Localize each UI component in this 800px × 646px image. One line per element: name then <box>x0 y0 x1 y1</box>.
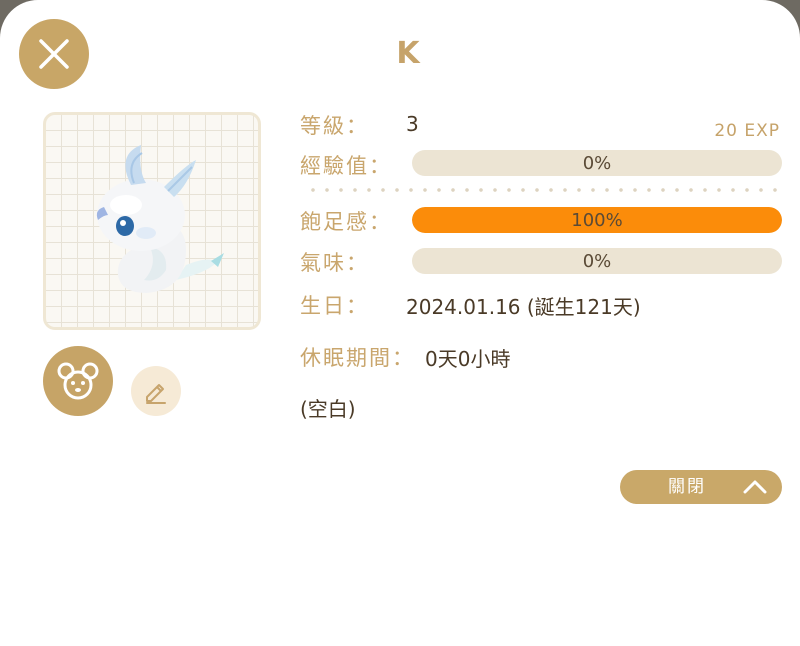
exp-bar-text: 0% <box>582 152 612 174</box>
odor-bar: 0% <box>412 248 782 274</box>
mouse-icon <box>57 362 99 400</box>
close-button[interactable] <box>19 19 89 89</box>
level-label: 等級： <box>300 114 369 138</box>
birthday-label: 生日： <box>300 294 369 318</box>
divider-dots <box>306 188 782 192</box>
mouse-avatar-button[interactable] <box>43 346 113 416</box>
edit-button[interactable] <box>131 366 181 416</box>
satiety-bar: 100% <box>412 207 782 233</box>
exp-bar: 0% <box>412 150 782 176</box>
pet-name-title: K <box>396 36 420 71</box>
sleep-label: 休眠期間： <box>300 346 415 370</box>
pencil-icon <box>146 384 166 404</box>
odor-bar-text: 0% <box>582 250 612 272</box>
dragon-pet-image <box>96 145 224 293</box>
birthday-value: 2024.01.16 (誕生121天) <box>406 295 641 319</box>
pet-portrait-frame <box>43 112 261 330</box>
odor-label: 氣味： <box>300 251 369 275</box>
chevron-up-icon <box>743 480 767 494</box>
note-text: (空白) <box>300 397 356 421</box>
pet-status-panel: K 等級： 3 20 EXP 經驗值： 0% 飽足感： 100% 氣味： 0% … <box>0 0 800 646</box>
exp-total: 20 EXP <box>714 121 780 141</box>
level-value: 3 <box>406 112 419 136</box>
sleep-value: 0天0小時 <box>425 347 511 371</box>
close-icon <box>39 39 69 69</box>
exp-label: 經驗值： <box>300 154 392 178</box>
satiety-label: 飽足感： <box>300 210 392 234</box>
collapse-label: 關閉 <box>668 477 706 497</box>
collapse-button[interactable]: 關閉 <box>620 470 782 504</box>
satiety-bar-text: 100% <box>571 209 623 231</box>
